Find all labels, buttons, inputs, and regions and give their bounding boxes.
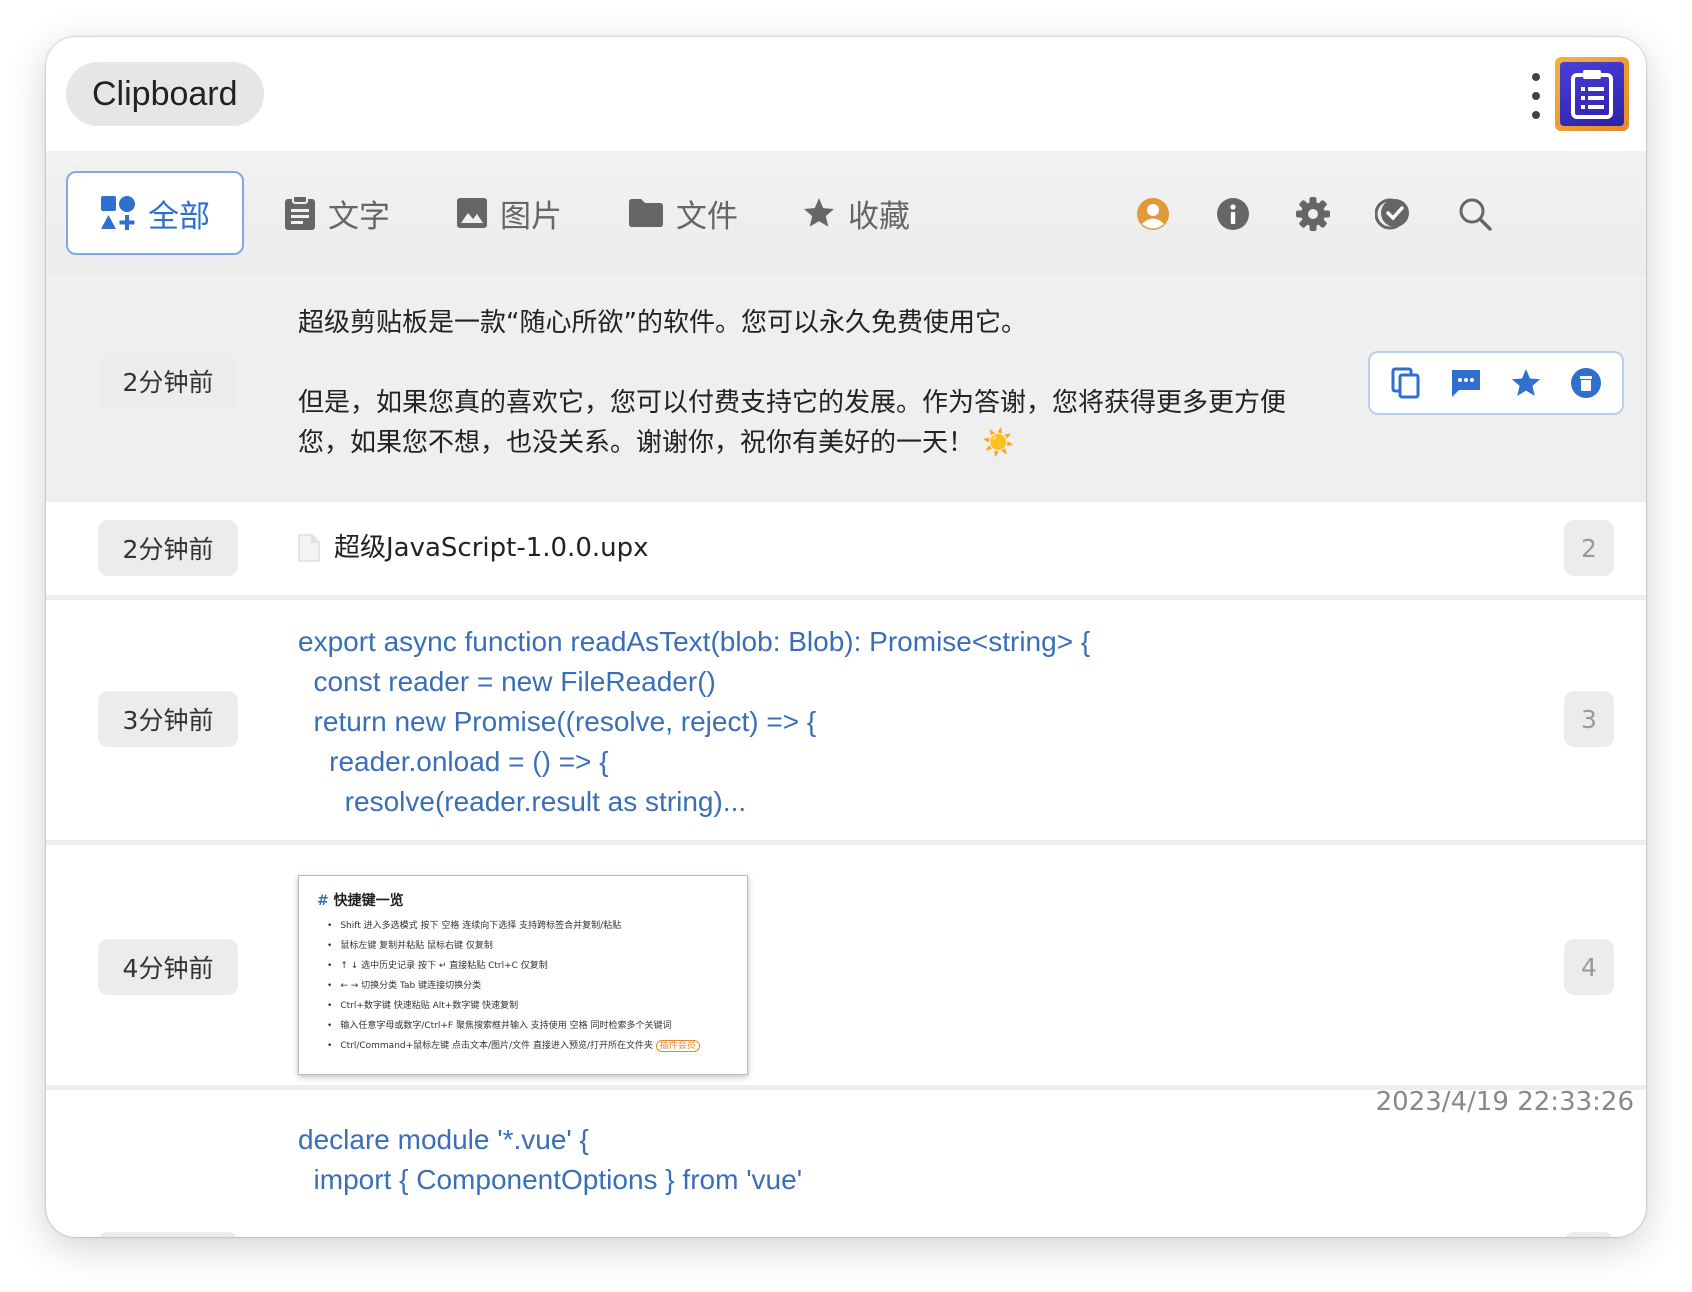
text-preview: 超级剪贴板是一款“随心所欲”的软件。您可以永久免费使用它。 但是，如果您真的喜欢… xyxy=(298,303,1286,463)
list-item[interactable]: 3分钟前 export async function readAsText(bl… xyxy=(46,600,1646,845)
star-icon xyxy=(803,198,835,227)
hash-mark: # xyxy=(317,893,329,909)
app-title[interactable]: Clipboard xyxy=(66,62,264,126)
index-badge: 2 xyxy=(1564,520,1614,576)
time-badge xyxy=(98,1232,238,1237)
tab-label: 文件 xyxy=(676,198,738,235)
hover-timestamp: 2023/4/19 22:33:26 xyxy=(1375,1087,1634,1117)
user-icon[interactable] xyxy=(1130,191,1176,237)
gear-icon[interactable] xyxy=(1290,191,1336,237)
index-badge: 4 xyxy=(1564,939,1614,995)
info-icon[interactable] xyxy=(1210,191,1256,237)
list-item[interactable]: 2分钟前 超级JavaScript-1.0.0.upx 2 xyxy=(46,502,1646,600)
tab-images[interactable]: 图片 xyxy=(456,181,562,245)
list-item[interactable]: 4分钟前 # 快捷键一览 Shift 进入多选模式 按下 空格 连续向下选择 支… xyxy=(46,845,1646,1090)
code-preview: declare module '*.vue' { import { Compon… xyxy=(298,1124,803,1195)
time-badge: 3分钟前 xyxy=(98,691,238,747)
folder-icon xyxy=(629,199,663,227)
text-line-content: 您，如果您不想，也没关系。谢谢你，祝你有美好的一天！ xyxy=(298,428,975,458)
text-line: 但是，如果您真的喜欢它，您可以付费支持它的发展。作为答谢，您将获得更多更方便 xyxy=(298,388,1287,418)
tab-label: 收藏 xyxy=(848,198,910,235)
image-icon xyxy=(457,198,487,228)
clipboard-text-icon xyxy=(285,195,315,230)
title-bar: Clipboard xyxy=(46,37,1646,151)
thumbnail-title: # 快捷键一览 xyxy=(317,890,729,910)
tab-text[interactable]: 文字 xyxy=(284,181,390,245)
code-preview: export async function readAsText(blob: B… xyxy=(298,626,1091,817)
clipboard-logo-icon xyxy=(1571,70,1613,119)
thumbnail-line: 输入任意字母或数字/Ctrl+F 聚焦搜索框并输入 支持使用 空格 同时检索多个… xyxy=(317,1016,729,1036)
delete-icon[interactable] xyxy=(1566,363,1606,403)
thumbnail-line-text: Ctrl/Command+鼠标左键 点击文本/图片/文件 直接进入预览/打开所在… xyxy=(340,1041,653,1051)
thumbnail-line: ↑ ↓ 选中历史记录 按下 ↵ 直接粘贴 Ctrl+C 仅复制 xyxy=(317,956,729,976)
file-name: 超级JavaScript-1.0.0.upx xyxy=(334,533,649,563)
file-preview: 超级JavaScript-1.0.0.upx xyxy=(298,528,649,568)
thumbnail-line: Ctrl/Command+鼠标左键 点击文本/图片/文件 直接进入预览/打开所在… xyxy=(317,1036,729,1056)
image-thumbnail[interactable]: # 快捷键一览 Shift 进入多选模式 按下 空格 连续向下选择 支持跨标签合… xyxy=(298,875,748,1075)
list-item[interactable]: 2分钟前 超级剪贴板是一款“随心所欲”的软件。您可以永久免费使用它。 但是，如果… xyxy=(46,275,1646,502)
tab-label: 文字 xyxy=(328,198,390,235)
tab-all[interactable]: 全部 xyxy=(66,171,244,255)
item-action-bar xyxy=(1368,351,1624,415)
text-line xyxy=(298,343,1286,383)
tab-label: 全部 xyxy=(148,198,210,235)
tab-favorites[interactable]: 收藏 xyxy=(802,181,910,245)
category-tab-bar: 全部 文字 图片 文件 收藏 xyxy=(46,151,1646,275)
thumbnail-line: Shift 进入多选模式 按下 空格 连续向下选择 支持跨标签合并复制/粘贴 xyxy=(317,916,729,936)
time-badge: 4分钟前 xyxy=(98,939,238,995)
index-badge: 3 xyxy=(1564,691,1614,747)
tab-label: 图片 xyxy=(500,198,562,235)
time-badge: 2分钟前 xyxy=(98,520,238,576)
text-line: 您，如果您不想，也没关系。谢谢你，祝你有美好的一天！ ☀️ xyxy=(298,423,1286,463)
thumbnail-title-text: 快捷键一览 xyxy=(333,893,404,909)
comment-icon[interactable] xyxy=(1446,363,1486,403)
clipboard-window: Clipboard 全部 文字 图片 文件 收藏 2分钟前 超级剪贴板是一款“随… xyxy=(46,37,1646,1237)
search-icon[interactable] xyxy=(1452,191,1498,237)
thumbnail-line: ← → 切换分类 Tab 键连接切换分类 xyxy=(317,976,729,996)
tab-files[interactable]: 文件 xyxy=(628,181,738,245)
copy-icon[interactable] xyxy=(1386,363,1426,403)
more-menu-icon[interactable] xyxy=(1529,73,1543,119)
time-badge: 2分钟前 xyxy=(98,353,238,409)
text-line: 超级剪贴板是一款“随心所欲”的软件。您可以永久免费使用它。 xyxy=(298,308,1027,338)
sun-emoji-icon: ☀️ xyxy=(982,428,1015,458)
index-badge xyxy=(1564,1232,1614,1237)
thumbnail-line: 鼠标左键 复制并粘贴 鼠标右键 仅复制 xyxy=(317,936,729,956)
app-logo[interactable] xyxy=(1555,57,1629,131)
check-badge-icon[interactable] xyxy=(1370,191,1416,237)
star-icon[interactable] xyxy=(1506,363,1546,403)
thumbnail-line: Ctrl+数字键 快速粘贴 Alt+数字键 快速复制 xyxy=(317,996,729,1016)
category-icon xyxy=(101,196,135,230)
member-tag: 插件会员 xyxy=(655,1040,700,1052)
file-icon xyxy=(298,534,320,562)
